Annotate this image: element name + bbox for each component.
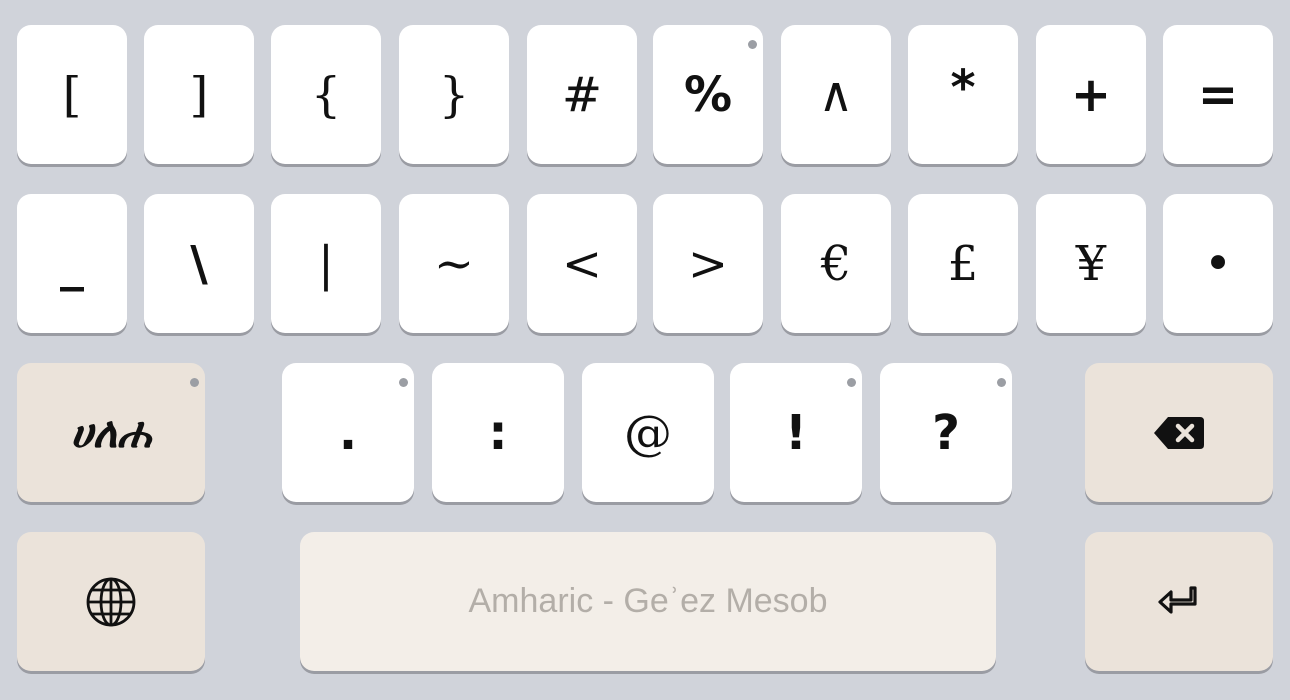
key-euro[interactable]: € bbox=[781, 194, 891, 333]
key-label: ! bbox=[785, 404, 807, 461]
key-label: • bbox=[1203, 235, 1233, 292]
key-label: [ bbox=[62, 66, 82, 123]
key-yen[interactable]: ¥ bbox=[1036, 194, 1146, 333]
backspace-icon bbox=[1152, 415, 1206, 451]
long-press-indicator bbox=[997, 378, 1006, 387]
long-press-indicator bbox=[399, 378, 408, 387]
space-bar[interactable]: Amharic - Geʾez Mesob bbox=[300, 532, 996, 671]
key-greater-than[interactable]: > bbox=[653, 194, 763, 333]
key-percent[interactable]: % bbox=[653, 25, 763, 164]
key-label: > bbox=[687, 235, 729, 292]
key-plus[interactable]: + bbox=[1036, 25, 1146, 164]
long-press-indicator bbox=[847, 378, 856, 387]
key-period[interactable]: . bbox=[282, 363, 414, 502]
key-label: # bbox=[561, 66, 603, 123]
language-switch-key[interactable] bbox=[17, 532, 205, 671]
key-label: _ bbox=[60, 235, 84, 292]
space-bar-label: Amharic - Geʾez Mesob bbox=[468, 582, 828, 620]
key-equals[interactable]: = bbox=[1163, 25, 1273, 164]
backspace-key[interactable] bbox=[1085, 363, 1273, 502]
key-bullet[interactable]: • bbox=[1163, 194, 1273, 333]
key-label: % bbox=[683, 66, 733, 123]
mode-switch-key[interactable]: ሀለሐ bbox=[17, 363, 205, 502]
enter-key[interactable] bbox=[1085, 532, 1273, 671]
key-underscore[interactable]: _ bbox=[17, 194, 127, 333]
key-pipe[interactable]: | bbox=[271, 194, 381, 333]
key-label: ¥ bbox=[1075, 235, 1107, 292]
key-pound[interactable]: £ bbox=[908, 194, 1018, 333]
key-left-bracket[interactable]: [ bbox=[17, 25, 127, 164]
long-press-indicator bbox=[190, 378, 199, 387]
key-backslash[interactable]: \ bbox=[144, 194, 254, 333]
key-right-bracket[interactable]: ] bbox=[144, 25, 254, 164]
key-exclamation[interactable]: ! bbox=[730, 363, 862, 502]
key-question[interactable]: ? bbox=[880, 363, 1012, 502]
key-less-than[interactable]: < bbox=[527, 194, 637, 333]
key-at[interactable]: @ bbox=[582, 363, 714, 502]
key-left-brace[interactable]: { bbox=[271, 25, 381, 164]
key-tilde[interactable]: ~ bbox=[399, 194, 509, 333]
key-caret[interactable]: ∧ bbox=[781, 25, 891, 164]
key-label: \ bbox=[190, 235, 208, 292]
mode-switch-label: ሀለሐ bbox=[70, 407, 152, 457]
globe-icon bbox=[85, 576, 137, 628]
key-label: ] bbox=[189, 66, 209, 123]
key-label: : bbox=[488, 404, 508, 461]
key-colon[interactable]: : bbox=[432, 363, 564, 502]
key-label: £ bbox=[947, 235, 979, 292]
key-label: + bbox=[1070, 66, 1112, 123]
key-label: @ bbox=[624, 404, 672, 461]
key-hash[interactable]: # bbox=[527, 25, 637, 164]
key-label: ~ bbox=[433, 235, 475, 292]
return-arrow-icon bbox=[1157, 584, 1201, 620]
long-press-indicator bbox=[748, 40, 757, 49]
key-label: . bbox=[338, 404, 358, 461]
key-label: ? bbox=[932, 404, 960, 461]
key-label: < bbox=[561, 235, 603, 292]
key-label: = bbox=[1197, 66, 1239, 123]
key-asterisk[interactable]: * bbox=[908, 25, 1018, 164]
key-label: } bbox=[438, 66, 470, 123]
key-label: | bbox=[317, 235, 335, 292]
key-label: { bbox=[310, 66, 342, 123]
key-label: * bbox=[950, 59, 976, 116]
key-label: ∧ bbox=[818, 66, 854, 123]
key-label: € bbox=[820, 235, 852, 292]
key-right-brace[interactable]: } bbox=[399, 25, 509, 164]
